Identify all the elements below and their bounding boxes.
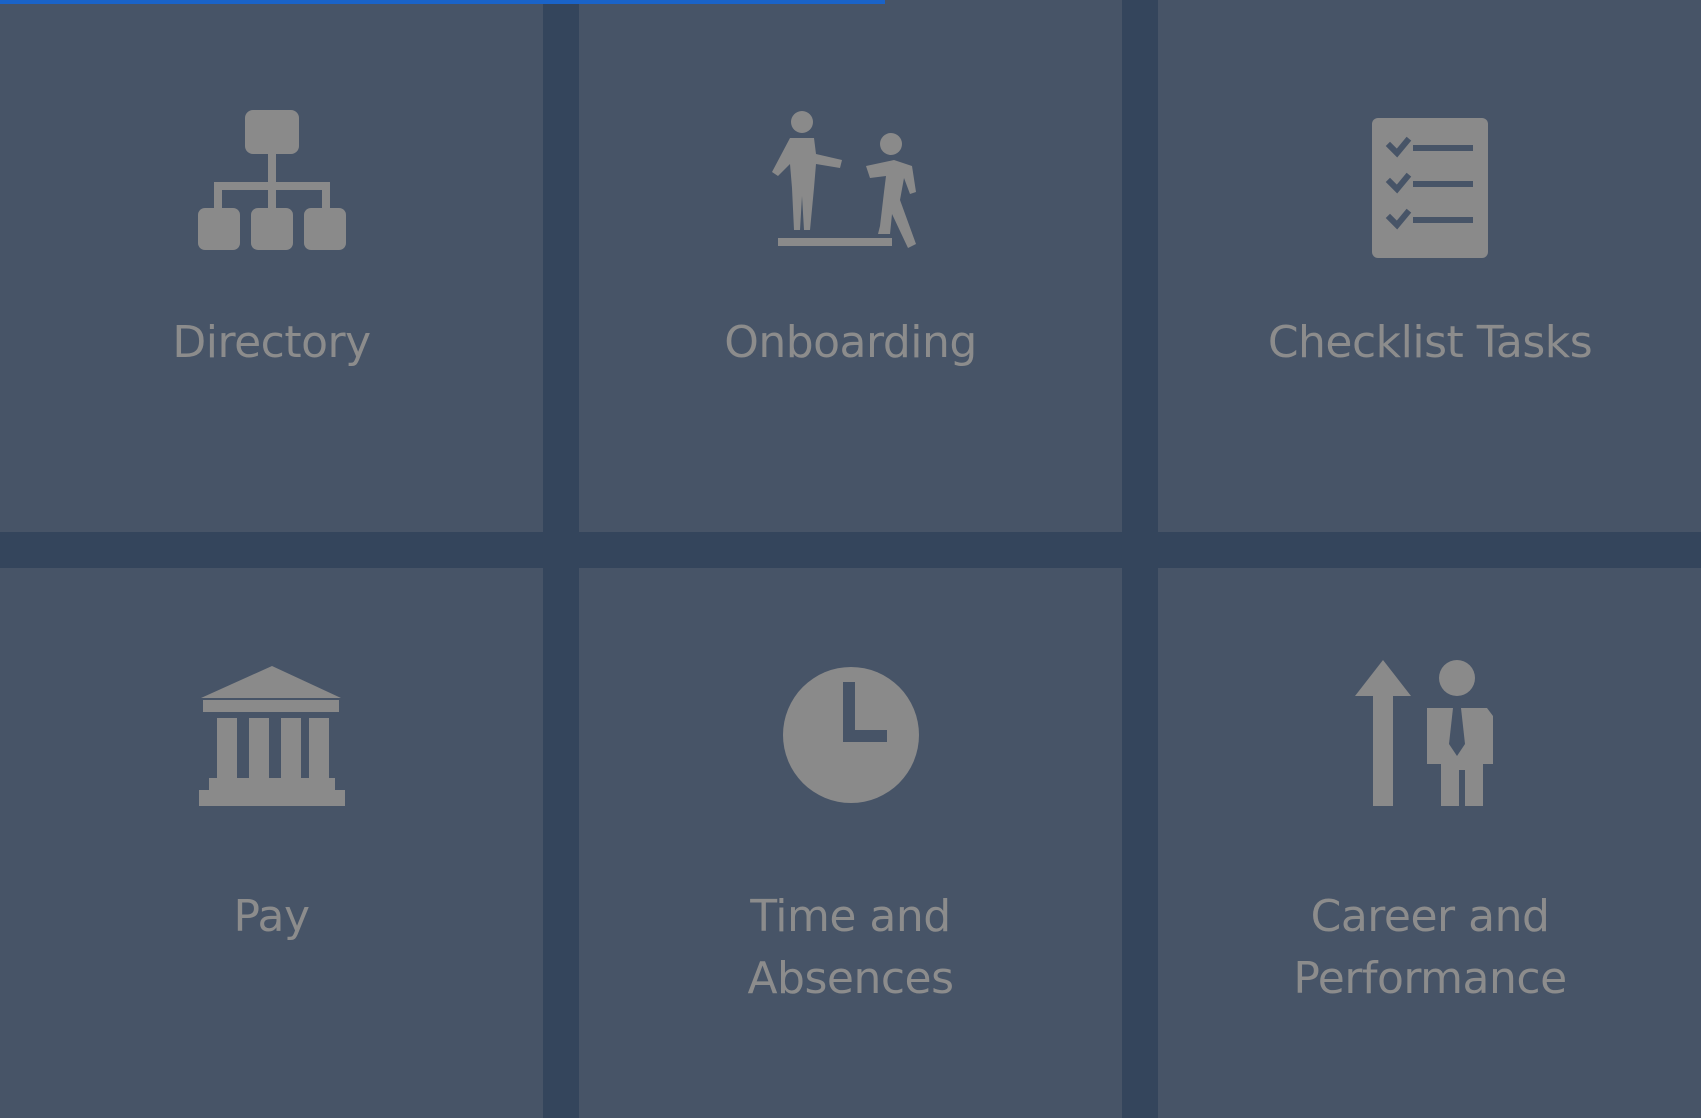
tile-onboarding[interactable]: Onboarding xyxy=(579,0,1122,532)
app-tile-grid: Directory Onboarding Checklist Tasks Pay… xyxy=(0,0,1701,1118)
tile-checklist-tasks[interactable]: Checklist Tasks xyxy=(1158,0,1701,532)
tile-label: Time and Absences xyxy=(747,891,954,1004)
org-chart-icon xyxy=(197,108,347,262)
loading-progress-bar xyxy=(0,0,885,4)
tile-pay[interactable]: Pay xyxy=(0,568,543,1118)
tile-label: Career and Performance xyxy=(1293,891,1567,1004)
tile-label: Pay xyxy=(233,891,310,942)
tile-label: Directory xyxy=(172,317,371,368)
tile-time-and-absences[interactable]: Time and Absences xyxy=(579,568,1122,1118)
clock-icon xyxy=(776,660,926,814)
tile-directory[interactable]: Directory xyxy=(0,0,543,532)
onboarding-people-icon xyxy=(766,108,936,262)
tile-label: Onboarding xyxy=(724,317,977,368)
career-growth-icon xyxy=(1355,660,1505,824)
tile-career-and-performance[interactable]: Career and Performance xyxy=(1158,568,1701,1118)
checklist-icon xyxy=(1370,108,1490,262)
bank-icon xyxy=(197,660,347,814)
tile-label: Checklist Tasks xyxy=(1267,317,1593,368)
